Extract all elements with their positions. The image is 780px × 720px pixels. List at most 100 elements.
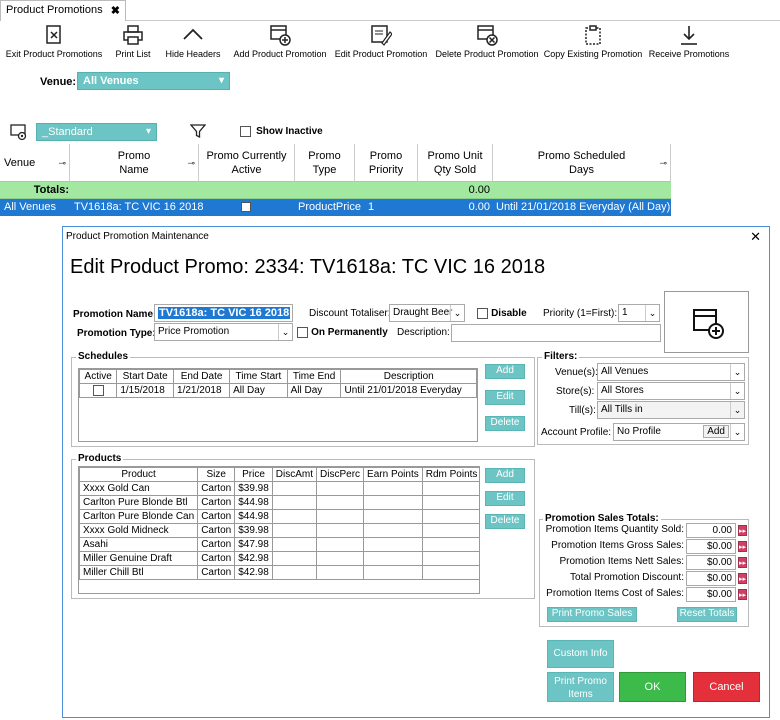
pin-icon[interactable]: ⊸ — [187, 156, 195, 170]
filter-icon[interactable] — [190, 123, 206, 139]
schedule-active-checkbox[interactable] — [92, 385, 104, 396]
description-input[interactable] — [451, 324, 661, 342]
delete-product-promotion-button[interactable]: Delete Product Promotion — [433, 22, 541, 64]
col-header[interactable]: Product — [79, 467, 199, 482]
table-row[interactable]: Asahi Carton $47.98 — [79, 537, 479, 552]
exit-product-promotions-button[interactable]: Exit Product Promotions — [4, 22, 104, 64]
col-header[interactable]: DiscPerc — [316, 467, 365, 482]
drill-icon[interactable]: ▸▸ — [738, 525, 747, 536]
schedule-edit-button[interactable]: Edit — [485, 390, 525, 405]
row-venue: All Venues — [4, 201, 56, 213]
products-table: Product Size Price DiscAmt DiscPerc Earn… — [78, 466, 480, 594]
tab-close-icon[interactable]: ✖ — [111, 4, 120, 17]
custom-info-button[interactable]: Custom Info — [547, 640, 614, 668]
toolbar-label: Delete Product Promotion — [435, 49, 539, 59]
promo-type-select[interactable]: Price Promotion ⌄ — [154, 323, 293, 341]
col-header-promo-type[interactable]: Promo Type — [295, 144, 355, 182]
total-value: 0.00 — [686, 523, 736, 538]
filter-store-select[interactable]: All Stores ⌄ — [597, 382, 745, 400]
receive-promotions-button[interactable]: Receive Promotions — [647, 22, 731, 64]
col-header[interactable]: Size — [197, 467, 236, 482]
col-header-venue[interactable]: Venue ⊸ — [0, 144, 70, 182]
col-header[interactable]: Time Start — [229, 369, 288, 384]
table-row[interactable]: Xxxx Gold Midneck Carton $39.98 — [79, 523, 479, 538]
total-label: Promotion Items Nett Sales: — [559, 556, 685, 567]
total-cost-row: Promotion Items Cost of Sales: $0.00 ▸▸ — [541, 587, 747, 603]
hide-headers-button[interactable]: Hide Headers — [163, 22, 223, 64]
col-header[interactable]: DiscAmt — [271, 467, 318, 482]
cell: Carton — [197, 495, 236, 510]
col-header-promo-name[interactable]: Promo Name ⊸ — [70, 144, 199, 182]
col-header[interactable]: Price — [234, 467, 273, 482]
col-header-scheduled-days[interactable]: Promo Scheduled Days ⊸ — [493, 144, 671, 182]
table-row[interactable]: 1/15/2018 1/21/2018 All Day All Day Unti… — [79, 382, 477, 399]
print-promo-items-button[interactable]: Print Promo Items — [547, 672, 614, 702]
venue-select[interactable]: All Venues — [77, 72, 230, 90]
filter-account-select[interactable]: No Profile Add ⌄ — [613, 423, 745, 441]
col-header[interactable]: Description — [340, 369, 477, 384]
cell: Carlton Pure Blonde Can — [79, 509, 199, 524]
pin-icon[interactable]: ⊸ — [659, 156, 667, 170]
edit-product-promotion-button[interactable]: Edit Product Promotion — [333, 22, 429, 64]
on-permanently-toggle[interactable]: On Permanently — [297, 326, 388, 338]
product-add-button[interactable]: Add — [485, 468, 525, 483]
schedule-delete-button[interactable]: Delete — [485, 416, 525, 431]
disable-toggle[interactable]: Disable — [477, 307, 527, 319]
drill-icon[interactable]: ▸▸ — [738, 541, 747, 552]
cell: All Day — [229, 382, 288, 399]
col-header-promo-priority[interactable]: Promo Priority — [355, 144, 418, 182]
col-header-unit-qty[interactable]: Promo Unit Qty Sold — [418, 144, 493, 182]
cell: All Day — [286, 382, 342, 399]
add-product-promotion-button[interactable]: Add Product Promotion — [230, 22, 330, 64]
show-inactive-toggle[interactable]: Show Inactive — [240, 125, 323, 137]
disable-checkbox[interactable] — [477, 307, 488, 319]
product-delete-button[interactable]: Delete — [485, 514, 525, 529]
col-header[interactable]: Active — [79, 369, 118, 384]
layout-select[interactable]: _Standard — [36, 123, 157, 141]
add-promotion-image-button[interactable] — [664, 291, 749, 353]
filter-venue-select[interactable]: All Venues ⌄ — [597, 363, 745, 381]
table-row[interactable]: Carlton Pure Blonde Btl Carton $44.98 — [79, 495, 479, 510]
dialog-close-icon[interactable]: ✕ — [750, 229, 761, 245]
print-list-button[interactable]: Print List — [110, 22, 156, 64]
product-edit-button[interactable]: Edit — [485, 491, 525, 506]
on-permanently-checkbox[interactable] — [297, 326, 308, 338]
drill-icon[interactable]: ▸▸ — [738, 589, 747, 600]
print-promo-sales-button[interactable]: Print Promo Sales — [547, 607, 637, 622]
table-row[interactable]: Carlton Pure Blonde Can Carton $44.98 — [79, 509, 479, 524]
show-inactive-checkbox[interactable] — [240, 125, 251, 137]
ok-button[interactable]: OK — [619, 672, 686, 702]
priority-select[interactable]: 1 ⌄ — [618, 304, 660, 322]
drill-icon[interactable]: ▸▸ — [738, 557, 747, 568]
layout-view-icon[interactable] — [10, 123, 28, 141]
cancel-button[interactable]: Cancel — [693, 672, 760, 702]
table-row[interactable]: All Venues TV1618a: TC VIC 16 2018 Produ… — [0, 199, 671, 216]
table-row[interactable]: Miller Genuine Draft Carton $42.98 — [79, 551, 479, 566]
pin-icon[interactable]: ⊸ — [58, 156, 66, 170]
tab-product-promotions[interactable]: Product Promotions ✖ — [0, 0, 126, 21]
col-header[interactable]: Start Date — [116, 369, 175, 384]
promotion-maintenance-dialog: Product Promotion Maintenance ✕ Edit Pro… — [62, 226, 770, 718]
col-header-label: Venue — [4, 157, 36, 169]
filter-till-select[interactable]: All Tills in ⌄ — [597, 401, 745, 419]
total-gross-row: Promotion Items Gross Sales: $0.00 ▸▸ — [541, 539, 747, 555]
row-active-checkbox[interactable] — [241, 202, 251, 212]
col-header[interactable]: Time End — [286, 369, 342, 384]
col-header-promo-active[interactable]: Promo Currently Active — [199, 144, 295, 182]
table-row[interactable]: Xxxx Gold Can Carton $39.98 — [79, 481, 479, 496]
col-header[interactable]: Earn Points — [363, 467, 423, 482]
copy-existing-promotion-button[interactable]: Copy Existing Promotion — [543, 22, 643, 64]
account-add-button[interactable]: Add — [703, 425, 729, 438]
discount-totaliser-value: Draught Beer — [393, 307, 453, 318]
col-header[interactable]: Rdm Points — [421, 467, 479, 482]
total-qty-row: Promotion Items Quantity Sold: 0.00 ▸▸ — [541, 523, 747, 539]
reset-totals-button[interactable]: Reset Totals — [677, 607, 737, 622]
drill-icon[interactable]: ▸▸ — [738, 573, 747, 584]
schedules-group: Schedules Active Start Date End Date Tim… — [71, 351, 535, 447]
table-row[interactable]: Miller Chill Btl Carton $42.98 — [79, 565, 479, 580]
promo-name-input[interactable]: TV1618a: TC VIC 16 2018 — [154, 304, 293, 322]
schedule-add-button[interactable]: Add — [485, 364, 525, 379]
col-header[interactable]: End Date — [173, 369, 231, 384]
discount-totaliser-select[interactable]: Draught Beer ⌄ — [389, 304, 465, 322]
total-value: $0.00 — [686, 571, 736, 586]
